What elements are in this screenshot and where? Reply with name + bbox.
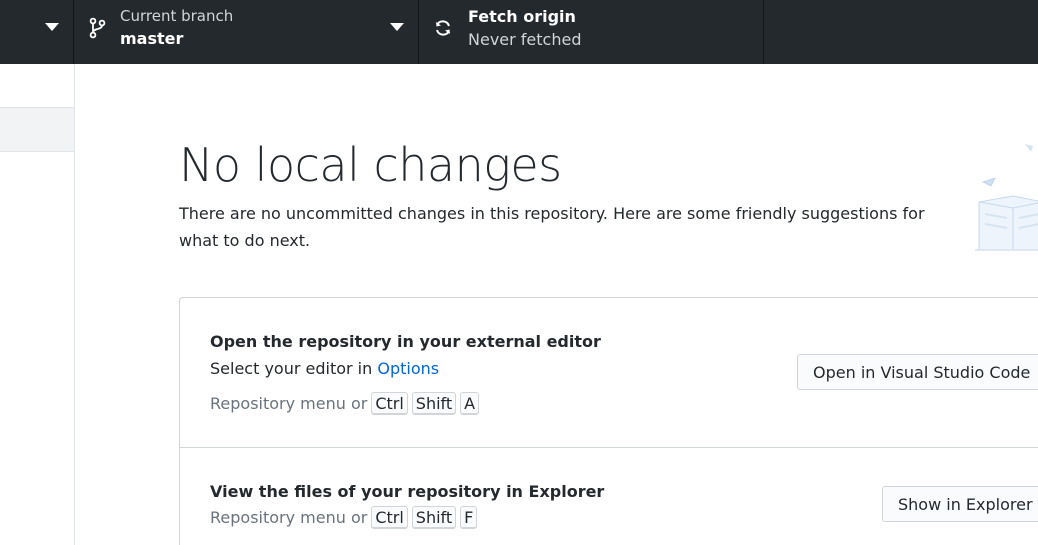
key-shift: Shift <box>411 506 457 529</box>
repository-dropdown[interactable] <box>0 0 74 64</box>
sync-icon <box>436 20 450 36</box>
empty-state-illustration <box>975 144 1038 251</box>
options-link[interactable]: Options <box>377 359 439 378</box>
keyboard-shortcut-hint: Repository menu or Ctrl Shift A <box>210 392 480 415</box>
no-changes-view: No local changes There are no uncommitte… <box>75 64 1038 545</box>
key-ctrl: Ctrl <box>371 506 408 529</box>
suggestion-title: View the files of your repository in Exp… <box>210 482 605 501</box>
page-title: No local changes <box>179 138 562 192</box>
tab-history[interactable]: y <box>0 64 74 108</box>
suggestion-open-editor: Open the repository in your external edi… <box>180 298 1038 448</box>
branch-dropdown[interactable]: Current branch master <box>74 0 419 64</box>
keyboard-shortcut-hint: Repository menu or Ctrl Shift F <box>210 506 478 529</box>
sidebar: y <box>0 64 75 545</box>
menu-hint: Repository menu or <box>210 394 368 413</box>
triangle-down-icon <box>45 23 59 31</box>
suggestion-subtitle-text: Select your editor in <box>210 359 378 378</box>
show-in-explorer-button[interactable]: Show in Explorer <box>882 486 1038 522</box>
suggestion-show-explorer: View the files of your repository in Exp… <box>180 448 1038 545</box>
key-f: F <box>460 506 478 529</box>
key-a: A <box>460 392 480 415</box>
suggestions-panel: Open the repository in your external edi… <box>179 297 1038 545</box>
fetch-origin-button[interactable]: Fetch origin Never fetched <box>419 0 764 64</box>
fetch-status: Never fetched <box>468 30 582 49</box>
suggestion-subtitle: Select your editor in Options <box>210 359 439 378</box>
branch-name: master <box>120 29 184 48</box>
fetch-origin-label: Fetch origin <box>468 7 576 26</box>
branch-label: Current branch <box>120 7 234 25</box>
sidebar-selected-item[interactable] <box>0 108 74 152</box>
menu-hint: Repository menu or <box>210 508 368 527</box>
app-toolbar: Current branch master Fetch origin Never… <box>0 0 1038 64</box>
key-ctrl: Ctrl <box>371 392 408 415</box>
suggestion-title: Open the repository in your external edi… <box>210 332 601 351</box>
key-shift: Shift <box>411 392 457 415</box>
git-branch-icon <box>89 17 106 39</box>
triangle-down-icon <box>390 23 404 31</box>
open-in-editor-button[interactable]: Open in Visual Studio Code <box>797 354 1038 390</box>
page-description: There are no uncommitted changes in this… <box>179 204 925 250</box>
